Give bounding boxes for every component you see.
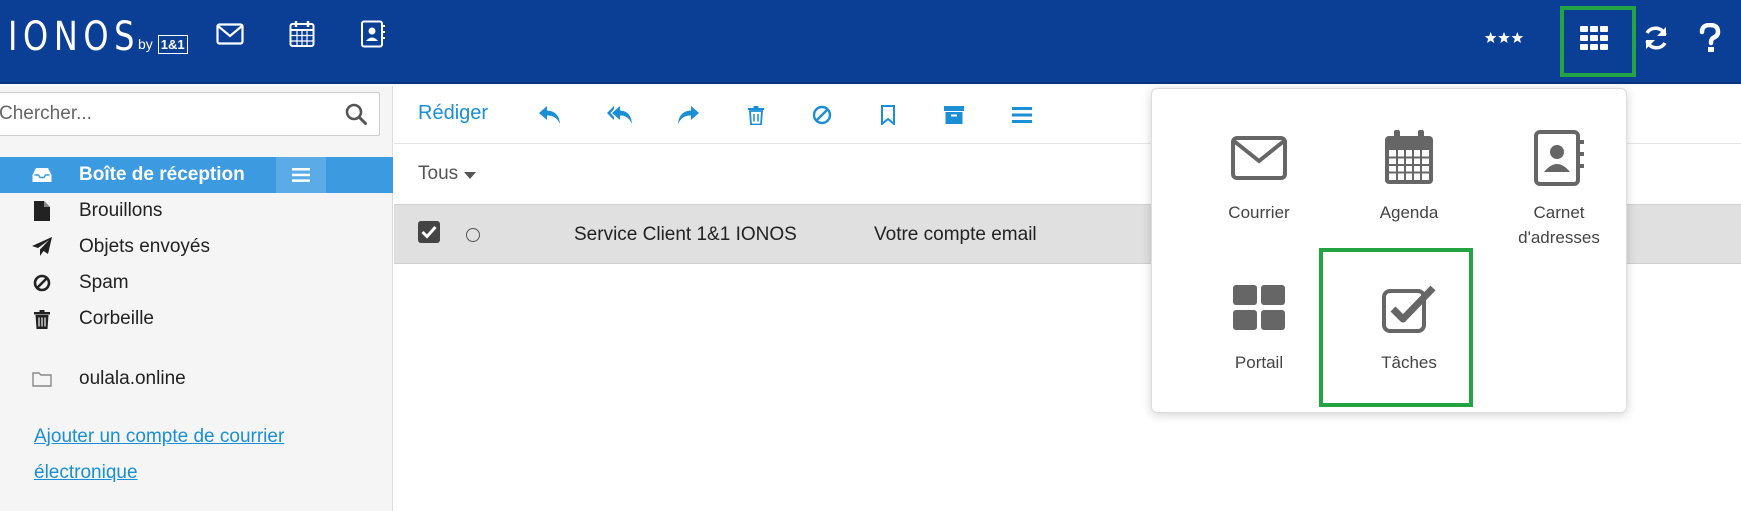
trash-icon [748, 105, 764, 125]
reply-icon [539, 106, 560, 124]
app-mail[interactable]: Courrier [1189, 122, 1329, 225]
calendar-nav-button[interactable] [286, 18, 318, 50]
help-button[interactable] [1690, 18, 1730, 58]
ban-icon [32, 273, 52, 293]
trash-icon [32, 309, 52, 329]
reply-button[interactable] [536, 101, 564, 129]
address-book-icon [1489, 122, 1629, 194]
ionos-logo[interactable]: IONOS by 1&1 [8, 14, 188, 60]
folder-inbox[interactable]: Boîte de réception [0, 157, 393, 193]
folder-spam[interactable]: Spam [0, 265, 393, 301]
caret-down-icon [464, 164, 477, 186]
address-book-icon [361, 20, 385, 48]
reply-all-button[interactable] [606, 101, 634, 129]
calendar-icon [289, 21, 315, 47]
contacts-nav-button[interactable] [357, 18, 389, 50]
rating-stars[interactable] [1484, 18, 1524, 58]
folder-label: Objets envoyés [79, 236, 210, 257]
bookmark-button[interactable] [874, 101, 902, 129]
compose-button[interactable]: Rédiger [418, 102, 488, 125]
dashboard-icon [1189, 272, 1329, 344]
mail-nav-button[interactable] [214, 18, 246, 50]
folder-label: Corbeille [79, 308, 154, 329]
logo-word: IONOS [8, 14, 141, 60]
message-subject: Votre compte email [874, 224, 1037, 245]
add-account-link-line2[interactable]: électronique [34, 462, 138, 484]
app-label-line2: d'adresses [1518, 228, 1600, 247]
spam-button[interactable] [808, 101, 836, 129]
hamburger-icon [292, 168, 310, 182]
search-box [0, 92, 380, 136]
envelope-icon [216, 23, 244, 45]
logo-box: 1&1 [157, 34, 188, 54]
search-icon[interactable] [345, 103, 367, 130]
app-calendar[interactable]: Agenda [1339, 122, 1479, 225]
reply-all-icon [607, 106, 632, 124]
inbox-icon [32, 165, 52, 185]
tasks-highlight [1319, 248, 1473, 407]
folder-label: Boîte de réception [79, 164, 245, 185]
forward-icon [678, 106, 699, 124]
archive-button[interactable] [940, 101, 968, 129]
logo-by: by [138, 36, 153, 52]
folder-icon [32, 369, 52, 389]
folder-sent[interactable]: Objets envoyés [0, 229, 393, 265]
app-label: Portail [1234, 353, 1284, 372]
filter-dropdown[interactable]: Tous [418, 162, 477, 186]
app-address-book[interactable]: Carnet d'adresses [1489, 122, 1629, 250]
message-checkbox[interactable] [418, 221, 440, 243]
bookmark-icon [881, 105, 895, 125]
app-portal[interactable]: Portail [1189, 272, 1329, 375]
search-input[interactable] [0, 93, 329, 135]
more-actions-button[interactable] [1008, 101, 1036, 129]
add-account-link[interactable]: Ajouter un compte de courrier [34, 426, 284, 448]
paper-plane-icon [32, 237, 52, 257]
folder-trash[interactable]: Corbeille [0, 301, 393, 337]
account-label: oulala.online [79, 368, 186, 389]
app-label: Carnet [1533, 203, 1585, 222]
envelope-icon [1189, 122, 1329, 194]
forward-button[interactable] [674, 101, 702, 129]
apps-button-highlight [1560, 6, 1636, 77]
top-bar: IONOS by 1&1 [0, 0, 1741, 84]
message-sender: Service Client 1&1 IONOS [574, 224, 797, 245]
hamburger-icon [1012, 107, 1032, 123]
ban-icon [812, 105, 832, 125]
calendar-icon [1339, 122, 1479, 194]
refresh-icon [1645, 26, 1667, 50]
archive-icon [944, 106, 964, 124]
app-label: Courrier [1228, 203, 1290, 222]
folder-menu-button[interactable] [276, 157, 326, 193]
filter-label: Tous [418, 163, 459, 184]
folder-label: Spam [79, 272, 129, 293]
refresh-button[interactable] [1636, 18, 1676, 58]
unread-toggle[interactable] [466, 228, 480, 242]
delete-button[interactable] [742, 101, 770, 129]
check-icon [421, 225, 437, 239]
account-folder[interactable]: oulala.online [0, 361, 393, 397]
folder-label: Brouillons [79, 200, 163, 221]
question-icon [1699, 23, 1721, 52]
folder-drafts[interactable]: Brouillons [0, 193, 393, 229]
app-label: Agenda [1379, 203, 1439, 222]
star-icon [1484, 31, 1524, 44]
sidebar: Boîte de réception Brouillons Objets env… [0, 86, 393, 511]
file-icon [32, 201, 52, 221]
